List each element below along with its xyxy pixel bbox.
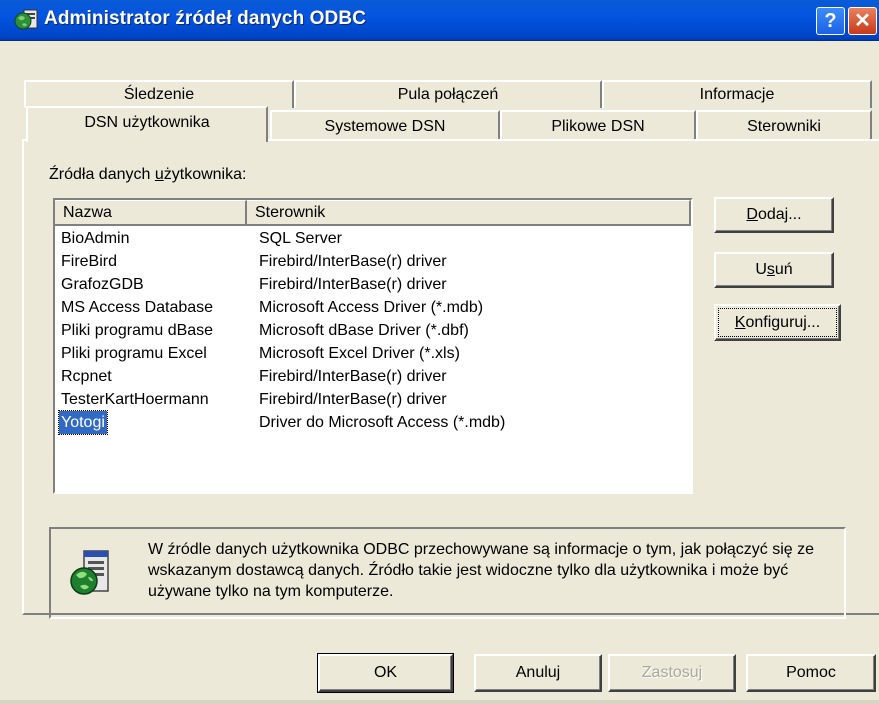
title-bar[interactable]: Administrator źródeł danych ODBC ? ✕ <box>0 0 879 41</box>
row-driver: Microsoft dBase Driver (*.dbf) <box>259 322 469 339</box>
tab-label: DSN użytkownika <box>84 114 210 131</box>
button-label: onfiguruj... <box>745 314 821 331</box>
window-title: Administrator źródeł danych ODBC <box>44 8 367 29</box>
info-description: W źródle danych użytkownika ODBC przecho… <box>148 541 815 600</box>
list-item[interactable]: Pliki programu Excel Microsoft Excel Dri… <box>55 342 691 365</box>
row-driver: Firebird/InterBase(r) driver <box>259 391 447 408</box>
help-button[interactable]: Pomoc <box>746 654 876 692</box>
remove-button[interactable]: Usuń <box>714 252 834 288</box>
row-name: Yotogi <box>58 410 108 435</box>
row-driver: Driver do Microsoft Access (*.mdb) <box>259 414 506 431</box>
list-item[interactable]: TesterKartHoermann Firebird/InterBase(r)… <box>55 388 691 411</box>
column-header-name[interactable]: Nazwa <box>55 200 247 226</box>
row-name: BioAdmin <box>61 230 130 247</box>
row-name: Pliki programu Excel <box>61 345 207 362</box>
label-part: Źródła danych <box>49 166 155 183</box>
list-item[interactable]: FireBird Firebird/InterBase(r) driver <box>55 250 691 273</box>
button-label: U <box>755 261 767 278</box>
configure-button[interactable]: Konfiguruj... <box>714 304 841 341</box>
window-bottom-edge <box>0 700 879 704</box>
tab-systemowe-dsn[interactable]: Systemowe DSN <box>270 110 500 139</box>
tab-label: Plikowe DSN <box>551 118 645 135</box>
tab-label: Systemowe DSN <box>324 118 446 135</box>
data-source-list[interactable]: Nazwa Sterownik BioAdmin SQL Server Fire… <box>53 198 693 494</box>
tab-label: Informacje <box>699 86 775 103</box>
label-mnemonic: u <box>154 166 164 183</box>
row-name: Pliki programu dBase <box>61 322 214 339</box>
tab-pula-polaczen[interactable]: Pula połączeń <box>294 80 602 108</box>
odbc-globe-database-icon <box>70 550 109 595</box>
cancel-button[interactable]: Anuluj <box>474 654 602 692</box>
row-name: Rcpnet <box>61 368 112 385</box>
tab-label: Śledzenie <box>123 86 195 103</box>
row-name: MS Access Database <box>61 299 214 316</box>
tab-dsn-uzytkownika[interactable]: DSN użytkownika <box>26 106 268 142</box>
list-item[interactable]: Pliki programu dBase Microsoft dBase Dri… <box>55 319 691 342</box>
tab-label: Pula połączeń <box>397 86 499 103</box>
row-name: TesterKartHoermann <box>61 391 209 408</box>
row-driver: Microsoft Access Driver (*.mdb) <box>259 299 484 316</box>
column-header-driver[interactable]: Sterownik <box>247 200 691 226</box>
tab-informacje[interactable]: Informacje <box>602 80 872 108</box>
list-item-selected[interactable]: Yotogi Driver do Microsoft Access (*.mdb… <box>55 410 691 435</box>
add-button[interactable]: Dodaj... <box>714 197 834 233</box>
tab-sterowniki[interactable]: Sterowniki <box>696 110 872 139</box>
list-item[interactable]: Rcpnet Firebird/InterBase(r) driver <box>55 365 691 388</box>
button-label: odaj... <box>757 206 802 223</box>
mnemonic: D <box>746 206 758 223</box>
row-name: GrafozGDB <box>61 276 144 293</box>
list-item[interactable]: MS Access Database Microsoft Access Driv… <box>55 296 691 319</box>
row-driver: Firebird/InterBase(r) driver <box>259 276 447 293</box>
user-data-sources-label: Źródła danych użytkownika: <box>49 166 246 184</box>
tab-sledzenie[interactable]: Śledzenie <box>24 80 294 108</box>
row-driver: Firebird/InterBase(r) driver <box>259 368 447 385</box>
ok-button[interactable]: OK <box>317 653 454 693</box>
help-title-button[interactable]: ? <box>816 7 845 35</box>
list-item[interactable]: GrafozGDB Firebird/InterBase(r) driver <box>55 273 691 296</box>
row-driver: Firebird/InterBase(r) driver <box>259 253 447 270</box>
apply-button: Zastosuj <box>608 654 736 692</box>
tab-plikowe-dsn[interactable]: Plikowe DSN <box>500 110 696 139</box>
row-name: FireBird <box>61 253 118 270</box>
row-driver: SQL Server <box>259 230 342 247</box>
close-icon[interactable]: ✕ <box>848 7 877 35</box>
list-item[interactable]: BioAdmin SQL Server <box>55 227 691 250</box>
row-driver: Microsoft Excel Driver (*.xls) <box>259 345 460 362</box>
tab-label: Sterowniki <box>747 118 821 135</box>
button-label: uń <box>774 261 793 278</box>
mnemonic: s <box>766 261 775 278</box>
odbc-app-icon <box>14 9 38 30</box>
label-part: żytkownika: <box>163 166 247 183</box>
mnemonic: K <box>734 314 746 331</box>
